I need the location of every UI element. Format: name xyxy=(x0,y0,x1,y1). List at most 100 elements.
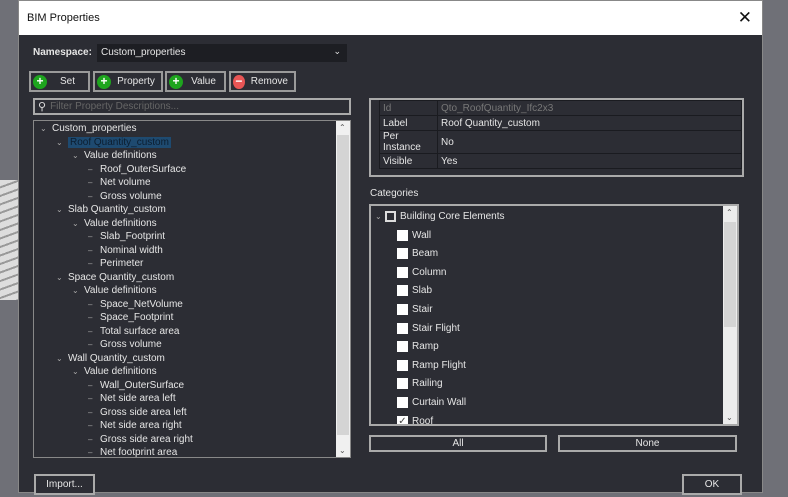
category-label: Stair xyxy=(412,303,433,315)
category-checkbox[interactable] xyxy=(397,248,408,260)
chevron-down-icon[interactable]: ⌄ xyxy=(56,136,68,150)
tree-item[interactable]: – Total surface area xyxy=(88,325,180,339)
category-item[interactable]: Wall xyxy=(397,226,431,244)
tree-item[interactable]: ⌄ Slab Quantity_custom xyxy=(56,203,166,217)
tree-item[interactable]: ⌄ Value definitions xyxy=(72,284,157,298)
category-label: Ramp Flight xyxy=(412,359,466,371)
none-button[interactable]: None xyxy=(558,435,737,452)
category-item[interactable]: Slab xyxy=(397,282,432,300)
tree-item[interactable]: – Wall_OuterSurface xyxy=(88,379,184,393)
tree-item[interactable]: ⌄ Custom_properties xyxy=(40,122,136,136)
chevron-down-icon[interactable]: ⌄ xyxy=(375,212,385,221)
category-checkbox[interactable] xyxy=(397,396,408,408)
tree-item[interactable]: ⌄ Value definitions xyxy=(72,217,157,231)
tree-item[interactable]: – Gross volume xyxy=(88,338,162,352)
category-group[interactable]: ⌄ Building Core Elements xyxy=(375,207,505,225)
category-checkbox[interactable] xyxy=(397,359,408,371)
category-item[interactable]: Railing xyxy=(397,375,443,393)
tree-scrollbar[interactable]: ⌃ ⌄ xyxy=(336,121,350,457)
property-button[interactable]: + Property xyxy=(93,71,163,92)
title-bar: BIM Properties ✕ xyxy=(19,1,762,35)
categories-scrollbar[interactable]: ⌃ ⌄ xyxy=(723,206,737,424)
scroll-down-icon[interactable]: ⌄ xyxy=(726,413,733,422)
category-item[interactable]: Ramp xyxy=(397,338,439,356)
property-value[interactable]: Yes xyxy=(437,153,742,169)
tree-item-label: Perimeter xyxy=(100,258,144,269)
tree-item[interactable]: – Perimeter xyxy=(88,257,143,271)
tree-item-label: Net side area left xyxy=(100,393,176,404)
category-checkbox[interactable] xyxy=(397,285,408,297)
property-value[interactable]: Roof Quantity_custom xyxy=(437,115,742,131)
group-checkbox[interactable] xyxy=(385,210,396,222)
chevron-down-icon[interactable]: ⌄ xyxy=(56,352,68,366)
ok-button[interactable]: OK xyxy=(682,474,742,495)
tree-item[interactable]: – Gross side area right xyxy=(88,433,193,447)
import-button[interactable]: Import... xyxy=(34,474,95,495)
tree-item[interactable]: ⌄ Roof Quantity_custom xyxy=(56,136,171,150)
tree-item[interactable]: – Net side area left xyxy=(88,392,176,406)
tree-item[interactable]: ⌄ Value definitions xyxy=(72,365,157,379)
tree-item[interactable]: ⌄ Wall Quantity_custom xyxy=(56,352,165,366)
close-icon[interactable]: ✕ xyxy=(738,8,752,28)
remove-button[interactable]: − Remove xyxy=(229,71,296,92)
chevron-down-icon[interactable]: ⌄ xyxy=(56,203,68,217)
tree-item[interactable]: ⌄ Space Quantity_custom xyxy=(56,271,174,285)
all-button[interactable]: All xyxy=(369,435,547,452)
category-item[interactable]: ✓ Roof xyxy=(397,412,433,424)
scroll-down-icon[interactable]: ⌄ xyxy=(339,446,346,455)
category-item[interactable]: Stair xyxy=(397,300,433,318)
scroll-thumb[interactable] xyxy=(724,222,736,327)
tree-item[interactable]: – Slab_Footprint xyxy=(88,230,165,244)
tree-item[interactable]: – Gross volume xyxy=(88,190,162,204)
value-button[interactable]: + Value xyxy=(165,71,226,92)
filter-input[interactable] xyxy=(50,101,349,112)
tree-connector: – xyxy=(88,434,93,444)
property-table: Id Qto_RoofQuantity_Ifc2x3 Label Roof Quant… xyxy=(379,100,742,184)
category-checkbox[interactable] xyxy=(397,378,408,390)
property-key: Per Instance xyxy=(379,130,438,154)
tree-item[interactable]: ⌄ Value definitions xyxy=(72,149,157,163)
category-checkbox[interactable] xyxy=(397,229,408,241)
tree-item[interactable]: – Nominal width xyxy=(88,244,163,258)
chevron-down-icon[interactable]: ⌄ xyxy=(72,365,84,379)
tree-item[interactable]: – Space_NetVolume xyxy=(88,298,183,312)
category-label: Wall xyxy=(412,229,432,241)
chevron-down-icon[interactable]: ⌄ xyxy=(72,149,84,163)
category-checkbox[interactable]: ✓ xyxy=(397,415,408,424)
category-checkbox[interactable] xyxy=(397,322,408,334)
property-value[interactable]: Qto_RoofQuantity_Ifc2x3 xyxy=(437,100,742,116)
namespace-select[interactable]: Custom_properties ⌄ xyxy=(97,44,347,62)
tree-item[interactable]: – Space_Footprint xyxy=(88,311,173,325)
tree-item-label: Wall_OuterSurface xyxy=(100,379,185,391)
bim-properties-dialog: BIM Properties ✕ Namespace: Custom_prope… xyxy=(18,0,763,495)
chevron-down-icon[interactable]: ⌄ xyxy=(72,284,84,298)
category-item[interactable]: Ramp Flight xyxy=(397,356,466,374)
plus-icon: + xyxy=(33,74,47,89)
chevron-down-icon[interactable]: ⌄ xyxy=(72,217,84,231)
category-item[interactable]: Column xyxy=(397,263,446,281)
chevron-down-icon[interactable]: ⌄ xyxy=(40,122,52,136)
property-value[interactable]: No xyxy=(437,130,742,154)
tree-connector: – xyxy=(88,164,93,174)
empty-cell xyxy=(438,169,742,184)
category-checkbox[interactable] xyxy=(397,341,408,353)
scroll-thumb[interactable] xyxy=(337,135,349,435)
category-checkbox[interactable] xyxy=(397,266,408,278)
group-label: Building Core Elements xyxy=(400,210,505,222)
tree-item[interactable]: – Net volume xyxy=(88,176,151,190)
tree-item[interactable]: – Gross side area left xyxy=(88,406,187,420)
scroll-up-icon[interactable]: ⌃ xyxy=(339,123,346,132)
property-row: Visible Yes xyxy=(379,153,742,169)
category-item[interactable]: Curtain Wall xyxy=(397,393,466,411)
category-item[interactable]: Beam xyxy=(397,245,438,263)
category-checkbox[interactable] xyxy=(397,303,408,315)
scroll-up-icon[interactable]: ⌃ xyxy=(726,208,733,217)
category-item[interactable]: Stair Flight xyxy=(397,319,460,337)
tree-connector: – xyxy=(88,421,93,430)
tree-item[interactable]: – Net footprint area xyxy=(88,446,177,457)
tree-item[interactable]: – Net side area right xyxy=(88,419,182,433)
tree-item[interactable]: – Roof_OuterSurface xyxy=(88,163,186,177)
set-button[interactable]: + Set xyxy=(29,71,90,92)
tree-item-label: Roof_OuterSurface xyxy=(100,163,187,175)
chevron-down-icon[interactable]: ⌄ xyxy=(56,271,68,285)
